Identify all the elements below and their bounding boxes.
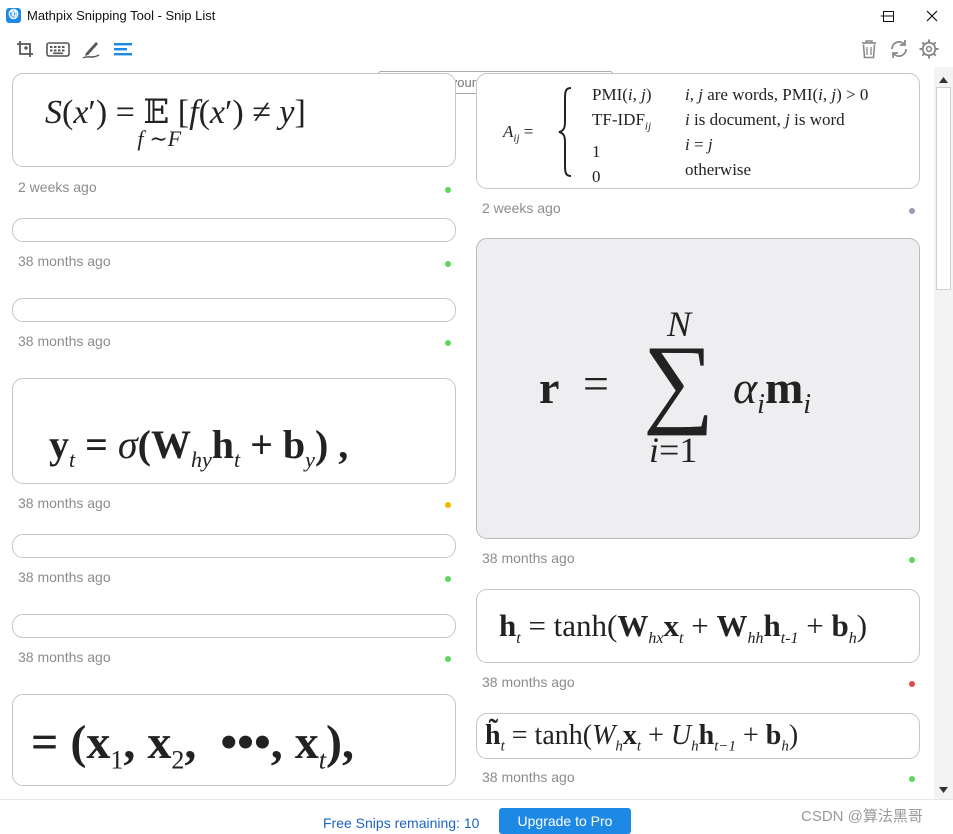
snip-formula-image: i=1 bbox=[649, 430, 698, 470]
screenshot-button[interactable] bbox=[14, 37, 38, 61]
snip-formula-image: r bbox=[539, 362, 560, 413]
snip-formula-image: S(x′) = 𝔼f ∼F [f(x′) ≠ y] bbox=[45, 94, 306, 151]
sync-button[interactable] bbox=[887, 37, 911, 61]
upgrade-to-pro-button[interactable]: Upgrade to Pro bbox=[499, 808, 631, 834]
snip-timestamp: 38 months ago bbox=[18, 495, 111, 511]
snip-formula-image: ∑ bbox=[643, 325, 715, 436]
snip-timestamp: 38 months ago bbox=[18, 649, 111, 665]
chevron-down-icon bbox=[939, 787, 948, 793]
status-dot bbox=[445, 656, 451, 662]
snip-formula-image: = bbox=[583, 358, 609, 409]
keyboard-button[interactable] bbox=[46, 37, 70, 61]
snip-formula-image: ht = tanh(Whxxt + Whhht-1 + bh) bbox=[499, 608, 868, 648]
snip-timestamp: 38 months ago bbox=[18, 569, 111, 585]
status-dot bbox=[909, 208, 915, 214]
screenshot-crop-icon bbox=[17, 41, 33, 57]
close-button[interactable] bbox=[911, 0, 953, 32]
pen-icon bbox=[82, 42, 100, 59]
gear-icon bbox=[919, 39, 939, 59]
mathpix-logo-icon: ⓾ bbox=[6, 8, 21, 23]
watermark: CSDN @算法黑哥 bbox=[801, 808, 923, 825]
maximize-icon bbox=[882, 10, 894, 22]
window-title: Mathpix Snipping Tool - Snip List bbox=[27, 8, 216, 23]
status-dot bbox=[445, 502, 451, 508]
snip-formula-image: αimi bbox=[733, 362, 812, 421]
keyboard-icon bbox=[46, 42, 70, 57]
snip-formula-image: PMI(i, j) TF-IDFij 1 0 bbox=[592, 85, 652, 187]
snip-timestamp: 38 months ago bbox=[18, 333, 111, 349]
snip-list-icon bbox=[114, 43, 132, 56]
status-dot bbox=[909, 557, 915, 563]
snip-card[interactable]: = (x1, x2, •••, xt), bbox=[12, 694, 456, 786]
brace-icon bbox=[558, 87, 572, 177]
trash-icon bbox=[862, 40, 876, 59]
snip-timestamp: 2 weeks ago bbox=[18, 179, 97, 195]
snip-card[interactable]: ht = tanh(Whxxt + Whhht-1 + bh) bbox=[476, 589, 920, 663]
snip-formula-image: i, j are words, PMI(i, j) > 0i is docume… bbox=[685, 85, 869, 179]
snip-formula-image: yt = σ(Whyht + by) , bbox=[49, 422, 349, 472]
snip-card[interactable]: yt = σ(Whyht + by) , bbox=[12, 378, 456, 484]
snip-card[interactable]: Aij = PMI(i, j) TF-IDFij 1 0 i, j are words… bbox=[476, 73, 920, 189]
snip-formula-image: Aij = bbox=[503, 122, 534, 145]
snip-card[interactable] bbox=[12, 534, 456, 558]
status-dot bbox=[445, 340, 451, 346]
status-dot bbox=[445, 187, 451, 193]
handwriting-button[interactable] bbox=[79, 37, 103, 61]
scrollbar-thumb[interactable] bbox=[936, 87, 951, 290]
snip-card[interactable] bbox=[12, 614, 456, 638]
settings-button[interactable] bbox=[917, 37, 941, 61]
maximize-button[interactable] bbox=[865, 0, 911, 32]
title-bar: ⓾ Mathpix Snipping Tool - Snip List — bbox=[0, 0, 953, 33]
chevron-up-icon bbox=[939, 77, 948, 83]
status-dot bbox=[445, 576, 451, 582]
close-icon bbox=[926, 10, 938, 22]
sync-icon bbox=[891, 40, 907, 58]
free-snips-remaining: Free Snips remaining: 10 bbox=[323, 815, 480, 831]
snip-timestamp: 2 weeks ago bbox=[482, 200, 561, 216]
snip-timestamp: 38 months ago bbox=[482, 769, 575, 785]
snip-list: S(x′) = 𝔼f ∼F [f(x′) ≠ y] 2 weeks ago 38 … bbox=[0, 67, 934, 799]
snip-card[interactable] bbox=[12, 298, 456, 322]
scroll-up-button[interactable] bbox=[934, 73, 953, 87]
snip-formula-image: = (x1, x2, •••, xt), bbox=[31, 716, 354, 775]
delete-button[interactable] bbox=[857, 37, 881, 61]
snip-card-selected[interactable]: r = N ∑ i=1 αimi bbox=[476, 238, 920, 539]
snip-timestamp: 38 months ago bbox=[482, 550, 575, 566]
scrollbar[interactable] bbox=[934, 67, 953, 799]
status-dot bbox=[909, 681, 915, 687]
status-dot bbox=[445, 261, 451, 267]
snip-list-button[interactable] bbox=[111, 37, 135, 61]
snip-formula-image: h̃t = tanh(Whxt + Uhht−1 + bh) bbox=[485, 720, 799, 755]
snip-timestamp: 38 months ago bbox=[18, 253, 111, 269]
snip-timestamp: 38 months ago bbox=[482, 674, 575, 690]
snip-card[interactable] bbox=[12, 218, 456, 242]
snip-card[interactable]: h̃t = tanh(Whxt + Uhht−1 + bh) bbox=[476, 713, 920, 759]
snip-card[interactable]: S(x′) = 𝔼f ∼F [f(x′) ≠ y] bbox=[12, 73, 456, 167]
toolbar bbox=[0, 33, 953, 94]
scroll-down-button[interactable] bbox=[934, 783, 953, 797]
status-dot bbox=[909, 776, 915, 782]
